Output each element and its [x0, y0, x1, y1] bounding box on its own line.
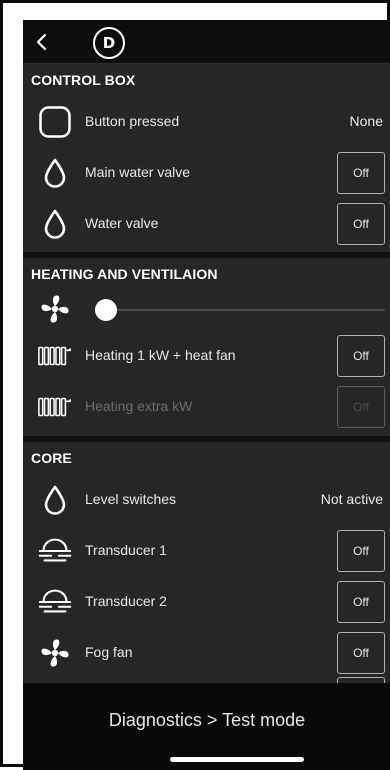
- fan-speed-track: [105, 309, 385, 311]
- transducer-2-toggle[interactable]: Off: [337, 581, 385, 623]
- list-item-heating-extra: Heating extra kW Off: [23, 381, 390, 432]
- list-item-fog-fan: Fog fan Off: [23, 627, 390, 678]
- fog-fan-toggle[interactable]: Off: [337, 632, 385, 674]
- fan-icon: [37, 636, 73, 670]
- heating-ventilation-section: HEATING AND VENTILAION Heating 1 kW + he…: [23, 258, 390, 432]
- transducer-icon: [37, 534, 73, 568]
- water-valve-toggle[interactable]: Off: [337, 203, 385, 245]
- row-label: Transducer 1: [85, 542, 167, 558]
- fan-speed-row: [23, 290, 390, 330]
- section-title: CORE: [31, 450, 72, 466]
- row-value: Not active: [320, 491, 383, 507]
- core-section: CORE Level switches Not active Transduce…: [23, 442, 390, 678]
- section-title: HEATING AND VENTILAION: [31, 266, 218, 282]
- home-indicator[interactable]: [170, 757, 304, 762]
- list-item-water-valve: Water valve Off: [23, 198, 390, 249]
- row-label: Level switches: [85, 491, 177, 507]
- device-frame: D CONTROL BOX Button pressed None Main w…: [0, 0, 390, 770]
- list-item-transducer-2: Transducer 2 Off: [23, 576, 390, 627]
- transducer-icon: [37, 585, 73, 619]
- main-water-valve-toggle[interactable]: Off: [337, 152, 385, 194]
- row-label: Transducer 2: [85, 593, 167, 609]
- row-label: Fog fan: [85, 644, 133, 660]
- radiator-icon: [37, 339, 73, 373]
- water-drop-icon: [37, 483, 73, 517]
- fan-speed-slider-thumb[interactable]: [95, 299, 117, 321]
- breadcrumb: Diagnostics > Test mode: [108, 710, 306, 730]
- chevron-left-icon: [36, 33, 47, 51]
- section-title: CONTROL BOX: [31, 72, 136, 88]
- water-drop-icon: [37, 156, 73, 190]
- row-label: Water valve: [85, 215, 159, 231]
- back-button[interactable]: [27, 24, 57, 60]
- radiator-icon: [37, 390, 73, 424]
- row-label: Heating extra kW: [85, 398, 193, 414]
- control-box-section: CONTROL BOX Button pressed None Main wat…: [23, 64, 390, 249]
- heating-extra-toggle[interactable]: Off: [337, 386, 385, 428]
- water-drop-icon: [37, 207, 73, 241]
- list-item-main-water-valve: Main water valve Off: [23, 147, 390, 198]
- row-value: None: [349, 113, 383, 129]
- app-screen: D CONTROL BOX Button pressed None Main w…: [23, 20, 390, 770]
- list-item-transducer-1: Transducer 1 Off: [23, 525, 390, 576]
- button-square-icon: [37, 105, 73, 139]
- row-label: Main water valve: [85, 164, 191, 180]
- heating-1kw-toggle[interactable]: Off: [337, 335, 385, 377]
- list-item-heating-1kw: Heating 1 kW + heat fan Off: [23, 330, 390, 381]
- bottom-bar: Diagnostics > Test mode: [23, 683, 390, 770]
- top-bar: D: [23, 20, 390, 64]
- row-label: Button pressed: [85, 113, 180, 129]
- list-item-level-switches: Level switches Not active: [23, 474, 390, 525]
- brand-logo: D: [93, 27, 125, 59]
- list-item-button-pressed: Button pressed None: [23, 96, 390, 147]
- fan-icon: [37, 292, 73, 326]
- row-label: Heating 1 kW + heat fan: [85, 347, 236, 363]
- transducer-1-toggle[interactable]: Off: [337, 530, 385, 572]
